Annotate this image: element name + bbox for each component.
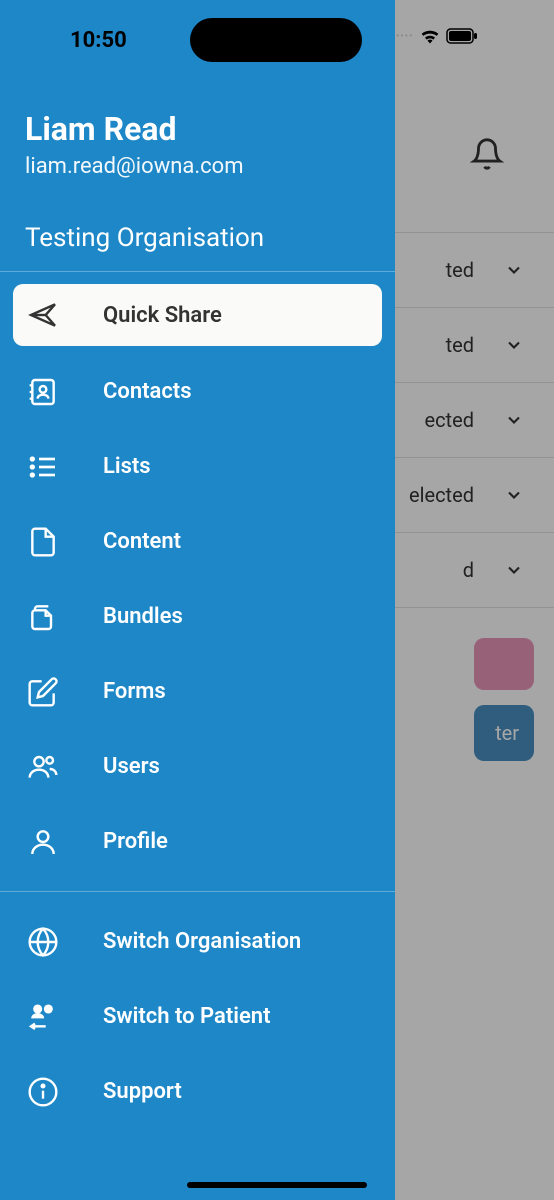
nav-item-profile[interactable]: Profile (13, 804, 382, 879)
nav-label: Quick Share (103, 303, 222, 328)
nav-label: Forms (103, 679, 166, 704)
status-time: 10:50 (70, 28, 127, 53)
contacts-icon (25, 374, 61, 410)
nav-label: Content (103, 529, 181, 554)
nav-item-content[interactable]: Content (13, 504, 382, 579)
nav-item-users[interactable]: Users (13, 729, 382, 804)
nav-secondary-list: Switch Organisation Switch to Patient (0, 892, 395, 1141)
status-icons: •••• (396, 28, 478, 44)
nav-label: Lists (103, 454, 151, 479)
files-icon (25, 599, 61, 635)
nav-primary-list: Quick Share Contacts (0, 272, 395, 891)
users-icon (25, 749, 61, 785)
nav-item-support[interactable]: Support (13, 1054, 382, 1129)
nav-item-lists[interactable]: Lists (13, 429, 382, 504)
profile-icon (25, 824, 61, 860)
nav-label: Support (103, 1079, 182, 1104)
nav-item-bundles[interactable]: Bundles (13, 579, 382, 654)
file-icon (25, 524, 61, 560)
home-indicator[interactable] (187, 1182, 367, 1188)
nav-label: Profile (103, 829, 168, 854)
wifi-icon (420, 28, 440, 44)
nav-item-switch-patient[interactable]: Switch to Patient (13, 979, 382, 1054)
nav-label: Switch Organisation (103, 929, 301, 954)
nav-label: Users (103, 754, 160, 779)
drawer-header: Liam Read liam.read@iowna.com (0, 60, 395, 199)
cellular-dots-icon: •••• (396, 31, 414, 42)
nav-label: Bundles (103, 604, 183, 629)
send-icon (25, 297, 61, 333)
switch-user-icon (25, 999, 61, 1035)
lists-icon (25, 449, 61, 485)
edit-icon (25, 674, 61, 710)
navigation-drawer: 10:50 Liam Read liam.read@iowna.com Test… (0, 0, 395, 1200)
info-icon (25, 1074, 61, 1110)
nav-item-contacts[interactable]: Contacts (13, 354, 382, 429)
nav-label: Contacts (103, 379, 192, 404)
nav-item-switch-org[interactable]: Switch Organisation (13, 904, 382, 979)
globe-icon (25, 924, 61, 960)
status-bar: 10:50 (0, 0, 395, 60)
nav-label: Switch to Patient (103, 1004, 270, 1029)
organisation-name: Testing Organisation (25, 223, 370, 253)
nav-item-quick-share[interactable]: Quick Share (13, 284, 382, 346)
device-notch (190, 18, 362, 62)
user-email: liam.read@iowna.com (25, 154, 370, 179)
nav-item-forms[interactable]: Forms (13, 654, 382, 729)
battery-icon (446, 28, 478, 44)
user-name: Liam Read (25, 110, 370, 148)
